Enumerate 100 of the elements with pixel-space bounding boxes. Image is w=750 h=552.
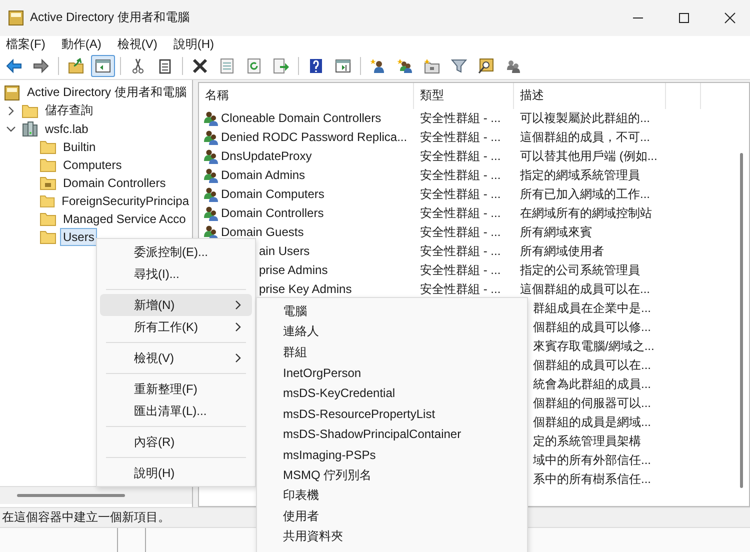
table-cell-text: prise Key Admins (258, 282, 353, 296)
table-cell: Domain Admins (221, 168, 306, 182)
expand-chevron-icon[interactable] (6, 106, 16, 116)
column-header[interactable]: 名稱 (199, 82, 414, 109)
menu-item[interactable]: 說明(H) (173, 36, 214, 53)
table-cell-text: 可以複製屬於此群組的... (519, 110, 652, 127)
chevron-icon (234, 300, 242, 310)
table-cell-text: 指定的公司系統管理員 (519, 262, 641, 279)
app-icon (8, 10, 24, 26)
scissors-icon (130, 58, 146, 74)
table-cell-text: 安全性群組 - ... (419, 280, 502, 298)
table-cell-text: 安全性群組 - ... (419, 166, 502, 184)
menu-item[interactable]: 動作(A) (61, 36, 102, 53)
table-cell-text: 所有網域來賓 (519, 224, 593, 241)
table-cell: 群組成員在企業中是... (533, 300, 652, 317)
menu-item[interactable]: 所有工作(K) (100, 316, 252, 338)
status-text: 在這個容器中建立一個新項目。 (2, 509, 170, 526)
table-cell: Domain Computers (221, 187, 324, 202)
table-cell-text: 安全性群組 - ... (419, 242, 502, 260)
chevron-icon (234, 322, 242, 332)
pane-icon (95, 58, 111, 74)
tree-item[interactable]: ForeignSecurityPrincipa (58, 192, 192, 210)
menu-item[interactable]: 使用者 (257, 506, 527, 526)
forward-arrow-icon (33, 58, 49, 74)
group-icon (203, 148, 219, 164)
close-icon[interactable] (724, 12, 736, 24)
folder-icon (40, 158, 56, 172)
table-cell-text: 安全性群組 - ... (419, 186, 502, 203)
folder-icon (40, 140, 56, 154)
menu-item[interactable]: MSMQ 佇列別名 (257, 465, 527, 486)
menu-item[interactable]: msDS-ResourcePropertyList (257, 404, 527, 424)
menu-item[interactable]: 印表機 (257, 486, 527, 506)
tree-item[interactable]: Domain Controllers (60, 174, 169, 192)
scrollbar-thumb[interactable] (17, 494, 125, 498)
menu-item[interactable]: 檢視(V) (117, 36, 158, 53)
table-cell-text: prise Admins (258, 263, 329, 278)
menu-item[interactable]: InetOrgPerson (257, 362, 527, 383)
table-cell: Domain Controllers (221, 206, 324, 220)
table-cell: Denied RODC Password Replica... (221, 130, 408, 144)
menu-item[interactable]: 新增(N) (100, 294, 252, 316)
menu-item[interactable]: 連絡人 (257, 322, 527, 342)
console-icon (4, 84, 20, 101)
menu-item[interactable]: msDS-KeyCredential (257, 383, 527, 404)
group-icon (203, 186, 219, 202)
delete-icon (192, 58, 208, 74)
properties-icon (219, 58, 235, 74)
table-cell: Cloneable Domain Controllers (221, 111, 382, 126)
table-cell: 個群組的成員可以修... (533, 318, 652, 336)
column-header[interactable]: 描述 (514, 82, 666, 109)
menu-item[interactable]: 委派控制(E)... (100, 241, 252, 263)
group-icon (203, 110, 219, 126)
group-icon (203, 205, 219, 222)
menu-item[interactable]: 匯出清單(L)... (100, 400, 252, 422)
menu-item[interactable]: msImaging-PSPs (257, 444, 527, 465)
refresh-icon (246, 58, 262, 74)
table-cell-text: 所有網域使用者 (519, 242, 605, 260)
table-cell: 定的系統管理員架構 (533, 432, 641, 450)
menu-item[interactable]: 群組 (257, 342, 527, 362)
tree-item[interactable]: Users (60, 228, 98, 246)
folder-icon (40, 176, 56, 190)
menu-item[interactable]: msDS-ShadowPrincipalContainer (257, 424, 527, 444)
export-icon (273, 58, 289, 74)
table-cell: DnsUpdateProxy (221, 149, 312, 164)
scrollbar-thumb[interactable] (740, 152, 743, 488)
folder-icon (22, 104, 38, 118)
search-icon (478, 58, 494, 74)
scrollbar[interactable] (0, 486, 192, 504)
help-icon (308, 58, 324, 74)
menu-item[interactable]: 檔案(F) (6, 36, 46, 53)
users-icon (505, 58, 521, 74)
table-cell: 個群組的成員可以在... (533, 356, 652, 374)
table-cell: 統會為此群組的成員... (533, 376, 652, 393)
table-cell: 來賓存取電腦/網域之... (533, 338, 654, 355)
tree-item[interactable]: wsfc.lab (42, 120, 92, 138)
table-cell: 個群組的成員是網域... (533, 414, 652, 431)
tree-item[interactable]: Managed Service Acco (60, 210, 189, 228)
table-cell-text: 安全性群組 - ... (419, 148, 502, 165)
column-header[interactable]: 類型 (414, 82, 514, 109)
toolbar-button[interactable] (91, 54, 115, 77)
menu-item[interactable]: 說明(H) (100, 462, 252, 484)
table-cell-text: 安全性群組 - ... (419, 128, 502, 146)
collapse-chevron-icon[interactable] (6, 124, 16, 134)
window-title: Active Directory 使用者和電腦 (30, 9, 190, 26)
tree-item[interactable]: Computers (60, 156, 125, 174)
menu-item[interactable]: 重新整理(F) (100, 378, 252, 400)
folder-icon (40, 230, 56, 244)
table-cell-text: 安全性群組 - ... (419, 224, 502, 241)
menu-item[interactable]: 檢視(V) (100, 347, 252, 369)
tree-item[interactable]: Builtin (60, 138, 99, 156)
menu-item[interactable]: 電腦 (257, 301, 527, 322)
maximize-icon[interactable] (678, 12, 690, 24)
chevron-icon (234, 353, 242, 363)
back-arrow-icon (6, 58, 22, 74)
menu-item[interactable]: 尋找(I)... (100, 263, 252, 285)
folder-icon (40, 212, 56, 226)
menu-item[interactable]: 內容(R) (100, 431, 252, 453)
table-cell-text: 安全性群組 - ... (419, 110, 502, 127)
table-cell: 個群組的伺服器可以... (533, 394, 652, 412)
table-cell-text: 所有已加入網域的工作... (519, 186, 652, 203)
pane-icon (335, 58, 351, 74)
